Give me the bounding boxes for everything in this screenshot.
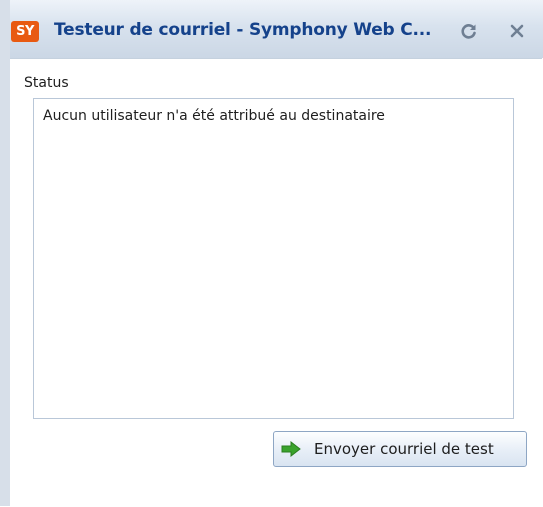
status-message: Aucun utilisateur n'a été attribué au de… <box>43 108 385 124</box>
email-tester-window: SY Testeur de courriel - Symphony Web C.… <box>0 0 543 507</box>
app-logo-icon: SY <box>11 21 39 42</box>
title-bar: SY Testeur de courriel - Symphony Web C.… <box>0 0 543 58</box>
status-textbox[interactable]: Aucun utilisateur n'a été attribué au de… <box>33 98 514 419</box>
refresh-button[interactable] <box>454 17 484 45</box>
send-test-email-button[interactable]: Envoyer courriel de test <box>273 431 527 467</box>
refresh-icon <box>461 24 476 39</box>
send-test-email-label: Envoyer courriel de test <box>314 440 494 458</box>
window-title: Testeur de courriel - Symphony Web C... <box>54 20 432 40</box>
close-icon <box>510 24 524 38</box>
close-button[interactable] <box>502 17 532 45</box>
status-label: Status <box>24 75 69 91</box>
green-arrow-right-icon <box>281 441 301 457</box>
window-left-border <box>0 0 10 506</box>
